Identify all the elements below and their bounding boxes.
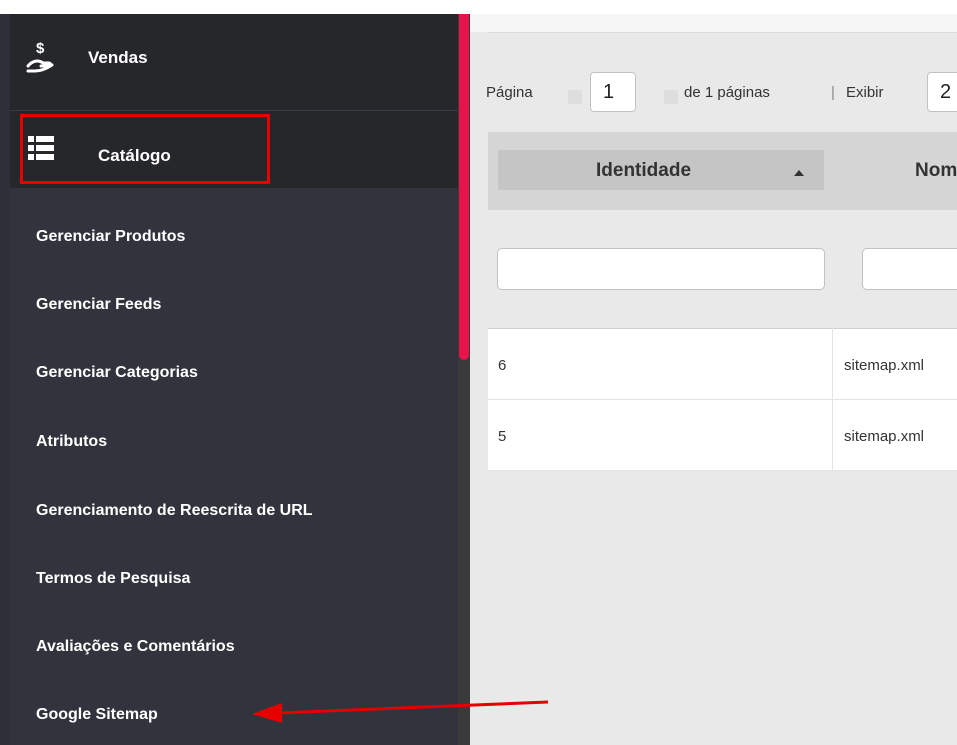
filter-nome-input[interactable] [862,248,957,290]
submenu-item-gerenciar-categorias[interactable]: Gerenciar Categorias [36,364,198,382]
pager-separator: | [831,84,835,101]
catalogo-highlight-box [20,114,270,184]
svg-text:$: $ [36,40,45,57]
page-input[interactable]: 1 [590,72,636,112]
submenu-item-gerenciar-feeds[interactable]: Gerenciar Feeds [36,296,161,314]
cell-id: 6 [498,357,507,374]
annotation-arrow [252,700,549,723]
submenu-item-google-sitemap[interactable]: Google Sitemap [36,706,158,724]
cell-id: 5 [498,428,507,445]
scrollbar-thumb[interactable] [459,14,469,360]
table-row[interactable]: 6 sitemap.xml [488,329,957,400]
submenu-item-gerenciar-produtos[interactable]: Gerenciar Produtos [36,228,185,246]
submenu-item-reescrita-url[interactable]: Gerenciamento de Reescrita de URL [36,502,313,520]
sort-asc-icon [794,170,804,176]
catalog-submenu [10,188,458,745]
menu-item-label: Vendas [88,48,148,67]
hand-dollar-icon: $ [25,40,55,79]
cell-name: sitemap.xml [844,428,925,445]
content-top-strip [470,14,957,32]
page-count: de 1 páginas [684,84,770,101]
column-header-label: Identidade [596,160,692,181]
cell-name: sitemap.xml [844,357,925,374]
column-header-nome[interactable]: Nom [915,160,957,182]
table-row[interactable]: 5 sitemap.xml [488,400,957,471]
per-page-select[interactable]: 2 [927,72,957,112]
menu-item-vendas[interactable]: $ Vendas [0,40,448,90]
divider [487,32,957,33]
filter-identidade-input[interactable] [497,248,825,290]
submenu-item-termos-pesquisa[interactable]: Termos de Pesquisa [36,570,190,588]
prev-page-icon[interactable] [568,90,582,104]
submenu-item-atributos[interactable]: Atributos [36,433,107,451]
column-divider [832,328,833,470]
top-bar [0,0,957,14]
next-page-icon[interactable] [664,90,678,104]
show-label: Exibir [846,84,884,101]
table-body: 6 sitemap.xml 5 sitemap.xml [488,328,957,471]
submenu-item-avaliacoes[interactable]: Avaliações e Comentários [36,638,235,656]
page-label: Página [486,84,533,101]
divider [10,110,458,111]
